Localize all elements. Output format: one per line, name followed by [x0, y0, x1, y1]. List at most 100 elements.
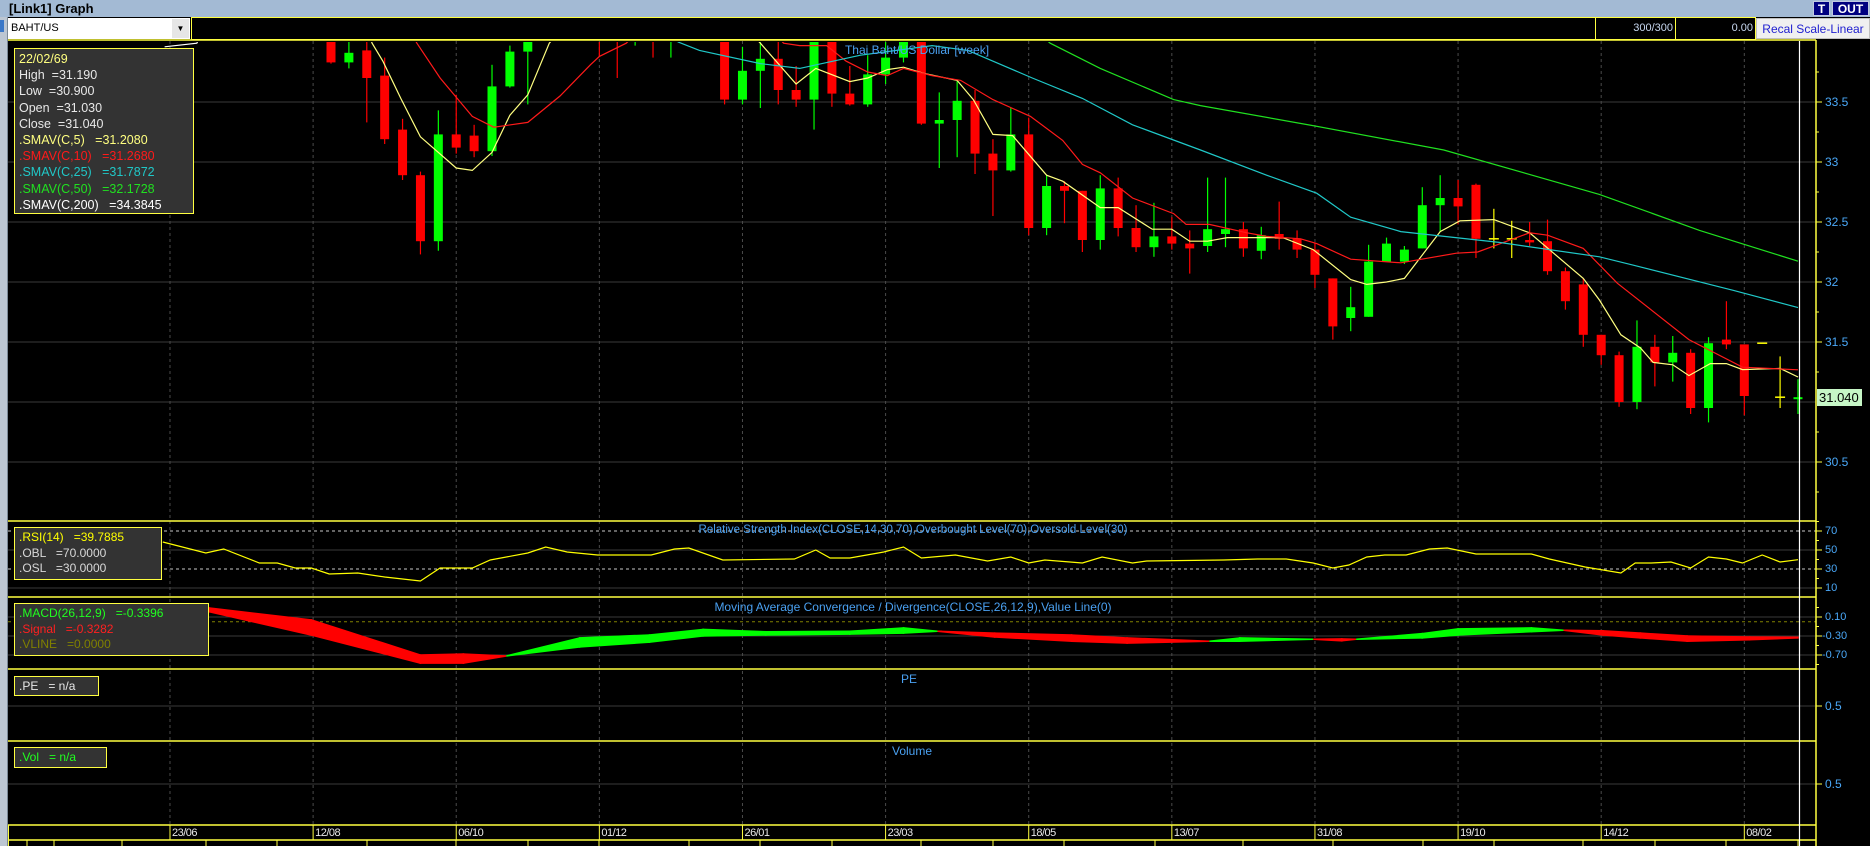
candle-body [1167, 236, 1177, 244]
candle-body [1221, 229, 1230, 234]
macd-axis-label: -0.30 [1822, 630, 1848, 642]
date-axis-label: 26/01 [744, 827, 770, 839]
candle-body [1721, 339, 1731, 345]
candle [702, 0, 711, 30]
candle-body [1203, 229, 1213, 246]
candle-body [487, 86, 497, 152]
info-label: Low [19, 84, 49, 99]
candle-body [1382, 243, 1392, 262]
date-axis-label: 13/07 [1173, 827, 1200, 839]
candle [559, 0, 568, 30]
candle-body [344, 52, 354, 63]
date-axis-label: 19/10 [1460, 827, 1486, 839]
candle-body [1453, 198, 1463, 207]
candle-body [451, 134, 461, 148]
candle-body [1077, 190, 1087, 240]
candle-body [1614, 355, 1624, 402]
ohlc-info-box: 22/02/69 High =31.190 Low =30.900 Open =31.… [14, 48, 194, 214]
candle-body [1042, 186, 1052, 228]
info-value: =31.7872 [102, 165, 155, 180]
legend-label: .PE [19, 679, 49, 693]
legend-value: =30.0000 [55, 561, 107, 575]
candle-body [1024, 134, 1034, 228]
macd-legend-row: .MACD(26,12,9) =-0.3396 [19, 606, 208, 622]
macd-histogram-band [1686, 635, 1751, 642]
info-row-sma200: .SMAV(C,200) =34.3845 [19, 197, 193, 213]
candle-body [1739, 344, 1749, 396]
candle-body [505, 51, 515, 87]
legend-value: =-0.3396 [115, 606, 164, 620]
chart-canvas[interactable] [0, 0, 1870, 846]
info-value: =32.1728 [102, 181, 155, 196]
candle-body [1596, 334, 1606, 356]
price-axis-label: 32 [1825, 275, 1839, 289]
info-row-sma25: .SMAV(C,25) =31.7872 [19, 164, 193, 180]
candle [577, 0, 586, 30]
candle-body [595, 6, 604, 30]
pe-legend-box: .PE = n/a [14, 676, 99, 696]
macd-title: Moving Average Convergence / Divergence(… [714, 600, 1112, 614]
macd-axis-label: -0.70 [1822, 649, 1848, 661]
info-value: =31.2080 [95, 133, 148, 148]
legend-label: .Vol [19, 750, 50, 764]
candle-body [1095, 188, 1105, 240]
candle [1614, 351, 1624, 407]
macd-histogram-band [419, 653, 465, 664]
candle-body [1328, 278, 1338, 327]
rsi-legend-box: .RSI(14) =39.7885 .OBL =70.0000 .OSL =30.0… [14, 527, 162, 580]
date-axis-label: 12/08 [315, 827, 341, 839]
candle-body [469, 135, 479, 152]
candle-body [1793, 397, 1803, 400]
volume-axis-label: 0.5 [1825, 777, 1842, 791]
legend-label: .OBL [19, 545, 56, 560]
candle-body [952, 100, 962, 120]
date-axis-label: 18/05 [1030, 827, 1057, 839]
info-value: =31.2680 [102, 149, 155, 164]
info-value: =34.3845 [109, 197, 162, 212]
info-value: =31.040 [57, 116, 104, 131]
macd-legend-box: .MACD(26,12,9) =-0.3396 .Signal =-0.3282.… [14, 603, 209, 656]
candle-body [684, 0, 693, 12]
candle-body [613, 30, 622, 36]
obl-legend-row: .OBL =70.0000 [19, 546, 161, 562]
info-row-open: Open =31.030 [19, 100, 193, 116]
info-date: 22/02/69 [19, 52, 68, 66]
rsi-title: Relative Strength Index(CLOSE,14,30,70),… [698, 524, 1128, 536]
info-value: =30.900 [48, 84, 95, 99]
candle-body [1578, 284, 1588, 335]
info-row-high: High =31.190 [19, 67, 193, 83]
info-label: .SMAV(C,10) [19, 149, 103, 164]
candle [1024, 117, 1034, 236]
candle-body [1686, 352, 1696, 408]
legend-label: .VLINE [19, 637, 68, 651]
legend-label: .OSL [19, 561, 56, 575]
info-value: =31.030 [56, 100, 103, 115]
macd-axis-label: 0.10 [1825, 611, 1847, 623]
vline-legend-row: .VLINE =0.0000 [19, 637, 208, 653]
candle-body [1364, 261, 1374, 317]
candle-body [1149, 236, 1159, 248]
candle-body [1704, 343, 1714, 408]
candle-body [1131, 228, 1141, 248]
candle-body [380, 75, 390, 140]
candle-body [1399, 249, 1409, 262]
candle-body [1525, 240, 1535, 243]
info-row-close: Close =31.040 [19, 116, 193, 132]
candle-body [720, 42, 730, 100]
candle-body [827, 42, 837, 94]
candle-body [1435, 198, 1445, 206]
candle-body [934, 120, 944, 124]
candle-body [559, 6, 568, 24]
candle-body [1346, 307, 1356, 318]
date-axis-label: 14/12 [1603, 827, 1629, 839]
candle-body [1185, 243, 1195, 249]
info-row-sma5: .SMAV(C,5) =31.2080 [19, 132, 193, 148]
candle-body [362, 50, 372, 78]
rsi-axis-label: 30 [1825, 563, 1838, 575]
rsi-axis-label: 70 [1825, 525, 1838, 537]
pe-axis-label: 0.5 [1825, 699, 1842, 713]
legend-value: =0.0000 [67, 637, 111, 651]
candle-body [845, 93, 855, 105]
legend-value: = n/a [49, 750, 77, 764]
price-axis-label: 31.5 [1825, 335, 1849, 349]
